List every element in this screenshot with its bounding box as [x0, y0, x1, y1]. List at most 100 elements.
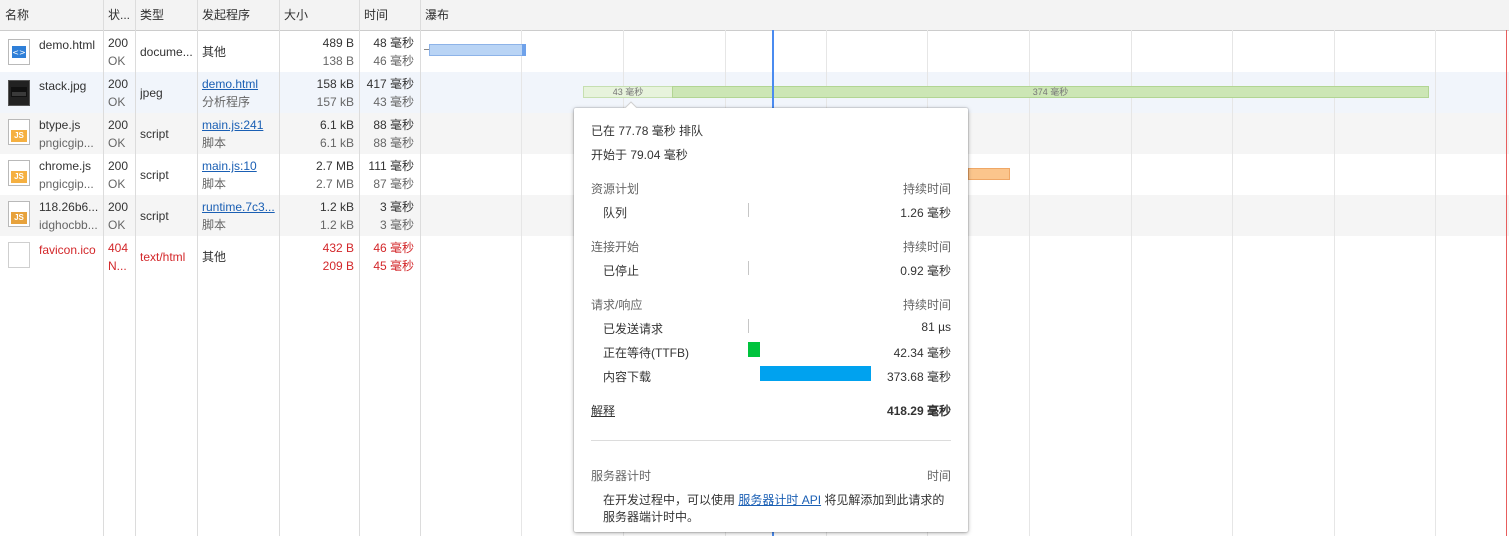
status-code: 200 — [108, 159, 129, 173]
waterfall-bar-chrome[interactable] — [968, 168, 1010, 180]
transfer-size: 158 kB — [316, 77, 354, 91]
total-time: 111 毫秒 — [368, 159, 414, 173]
initiator-link[interactable]: demo.html — [202, 75, 278, 93]
waiting-ttfb-value: 42.34 毫秒 — [893, 346, 951, 360]
resource-type: script — [140, 127, 169, 141]
duration-header: 持续时间 — [902, 182, 951, 196]
resource-size: 1.2 kB — [319, 218, 354, 232]
request-domain: pngicgip... — [39, 136, 94, 150]
column-divider[interactable] — [279, 0, 280, 536]
initiator: 其他 — [202, 45, 227, 59]
content-download-value: 373.68 毫秒 — [886, 370, 951, 384]
table-row[interactable]: <> demo.html 200 OK docume... 其他 489 B 1… — [0, 31, 1509, 72]
popup-arrow-icon — [624, 101, 638, 109]
status-text: OK — [108, 136, 126, 150]
initiator-type: 脚本 — [202, 177, 227, 191]
transfer-size: 489 B — [322, 36, 354, 50]
request-name: demo.html — [39, 38, 96, 52]
request-name: 118.26b6... — [39, 200, 99, 214]
image-file-icon — [8, 80, 30, 106]
total-time: 88 毫秒 — [373, 118, 414, 132]
queueing-value: 1.26 毫秒 — [900, 206, 951, 220]
resource-size: 209 B — [322, 259, 354, 273]
request-domain: pngicgip... — [39, 177, 94, 191]
column-divider[interactable] — [103, 0, 104, 536]
stalled-label: 已停止 — [603, 264, 640, 278]
html-file-icon: <> — [8, 39, 30, 65]
column-header-initiator[interactable]: 发起程序 — [202, 0, 250, 30]
ttfb-bar — [748, 342, 760, 357]
resource-size: 2.7 MB — [315, 177, 354, 191]
column-header-time[interactable]: 时间 — [364, 0, 388, 30]
server-timing-api-link[interactable]: 服务器计时 API — [738, 493, 821, 507]
transfer-size: 432 B — [322, 241, 354, 255]
status-code: 200 — [108, 200, 129, 214]
timing-tick — [748, 261, 749, 275]
request-sent-value: 81 µs — [921, 320, 951, 334]
server-timing-text-pre: 在开发过程中，可以使用 — [603, 493, 736, 507]
total-time: 48 毫秒 — [373, 36, 414, 50]
status-text: OK — [108, 218, 126, 232]
waterfall-bar-demo-download — [522, 44, 526, 56]
popup-divider — [591, 440, 951, 441]
started-at-text: 开始于 79.04 毫秒 — [591, 148, 688, 162]
column-divider[interactable] — [197, 0, 198, 536]
transfer-size: 2.7 MB — [315, 159, 354, 173]
latency-time: 87 毫秒 — [373, 177, 414, 191]
timing-tick — [748, 203, 749, 217]
column-header-size[interactable]: 大小 — [284, 0, 308, 30]
initiator-type: 分析程序 — [202, 95, 251, 109]
waterfall-gridline — [1435, 30, 1436, 536]
waterfall-bar-waiting-label: 43 毫秒 — [612, 87, 644, 97]
column-header-waterfall[interactable]: 瀑布 — [425, 0, 449, 30]
waterfall-gridline — [1232, 30, 1233, 536]
column-divider[interactable] — [359, 0, 360, 536]
time-header: 时间 — [926, 469, 951, 483]
status-code: 200 — [108, 118, 129, 132]
column-header-name[interactable]: 名称 — [5, 0, 29, 30]
waterfall-gridline — [1334, 30, 1335, 536]
server-timing-text: 在开发过程中，可以使用 服务器计时 API 将见解添加到此请求的 — [603, 491, 944, 508]
js-file-icon: JS — [8, 201, 30, 227]
request-name: btype.js — [39, 118, 81, 132]
js-file-icon: JS — [8, 160, 30, 186]
waterfall-gridline — [1131, 30, 1132, 536]
section-server-timing: 服务器计时 — [591, 469, 652, 483]
latency-time: 43 毫秒 — [373, 95, 414, 109]
total-time: 418.29 毫秒 — [886, 404, 951, 418]
waterfall-gridline — [521, 30, 522, 536]
explanation-link[interactable]: 解释 — [591, 402, 615, 419]
resource-type: script — [140, 209, 169, 223]
latency-time: 88 毫秒 — [373, 136, 414, 150]
duration-header: 持续时间 — [902, 240, 951, 254]
initiator-type: 脚本 — [202, 136, 227, 150]
column-divider[interactable] — [420, 0, 421, 536]
resource-size: 6.1 kB — [319, 136, 354, 150]
initiator-link[interactable]: main.js:241 — [202, 116, 278, 134]
resource-type: jpeg — [140, 86, 163, 100]
svg-text:<>: <> — [12, 48, 25, 57]
waterfall-bar-demo[interactable] — [429, 44, 525, 56]
blank-file-icon — [8, 242, 30, 268]
initiator-link[interactable]: main.js:10 — [202, 157, 278, 175]
js-file-icon: JS — [8, 119, 30, 145]
server-timing-text-line2: 服务器端计时中。 — [603, 510, 700, 524]
status-code: 200 — [108, 36, 129, 50]
waiting-ttfb-label: 正在等待(TTFB) — [603, 346, 689, 360]
initiator-link[interactable]: runtime.7c3... — [202, 198, 278, 216]
waterfall-gridline — [1029, 30, 1030, 536]
status-code: 200 — [108, 77, 129, 91]
queued-at-text: 已在 77.78 毫秒 排队 — [591, 124, 704, 138]
section-request-response: 请求/响应 — [591, 298, 643, 312]
column-header-status[interactable]: 状... — [108, 0, 130, 30]
timing-popup: 已在 77.78 毫秒 排队 开始于 79.04 毫秒 资源计划 持续时间 队列… — [574, 101, 968, 532]
request-sent-label: 已发送请求 — [603, 322, 664, 336]
resource-size: 157 kB — [316, 95, 354, 109]
request-name: chrome.js — [39, 159, 92, 173]
column-header-type[interactable]: 类型 — [140, 0, 164, 30]
section-resource-scheduling: 资源计划 — [591, 182, 640, 196]
stalled-value: 0.92 毫秒 — [900, 264, 951, 278]
request-name: favicon.ico — [39, 243, 96, 257]
resource-type: text/html — [140, 250, 186, 264]
column-divider[interactable] — [135, 0, 136, 536]
